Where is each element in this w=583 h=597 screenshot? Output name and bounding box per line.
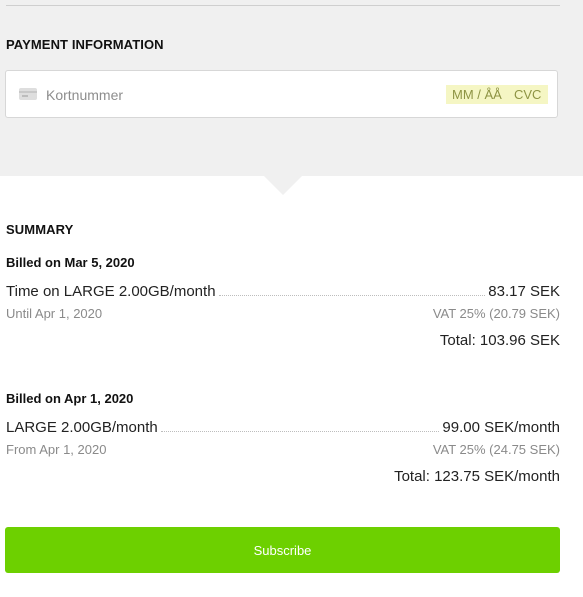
line-item-amount: 99.00 SEK/month xyxy=(442,419,560,436)
summary-title: SUMMARY xyxy=(6,222,74,237)
billed-on-heading: Billed on Apr 1, 2020 xyxy=(6,391,134,406)
credit-card-icon xyxy=(19,88,37,100)
expiry-cvc-group xyxy=(446,85,548,104)
top-divider xyxy=(6,5,560,6)
billing-period: From Apr 1, 2020 xyxy=(6,442,107,457)
line-item: Time on LARGE 2.00GB/month 83.17 SEK xyxy=(6,280,560,300)
block-total: Total: 123.75 SEK/month xyxy=(394,468,560,485)
vat-info: VAT 25% (24.75 SEK) xyxy=(432,442,560,457)
line-item: LARGE 2.00GB/month 99.00 SEK/month xyxy=(6,416,560,436)
line-item-label: Time on LARGE 2.00GB/month xyxy=(6,283,216,300)
payment-panel: PAYMENT INFORMATION xyxy=(0,0,583,176)
card-number-input[interactable] xyxy=(46,85,346,105)
dotted-leader xyxy=(218,295,486,296)
billing-period: Until Apr 1, 2020 xyxy=(6,306,103,321)
block-total: Total: 103.96 SEK xyxy=(439,332,560,349)
expiry-input[interactable] xyxy=(452,86,510,103)
cvc-input[interactable] xyxy=(514,86,546,103)
subscribe-button[interactable]: Subscribe xyxy=(5,527,560,573)
billed-on-heading: Billed on Mar 5, 2020 xyxy=(6,255,135,270)
dotted-leader xyxy=(160,431,440,432)
card-input-group[interactable] xyxy=(5,70,558,118)
line-item-amount: 83.17 SEK xyxy=(488,283,560,300)
panel-notch xyxy=(264,176,302,195)
line-item-details: Until Apr 1, 2020 VAT 25% (20.79 SEK) xyxy=(6,306,560,321)
line-item-details: From Apr 1, 2020 VAT 25% (24.75 SEK) xyxy=(6,442,560,457)
payment-title: PAYMENT INFORMATION xyxy=(6,37,164,52)
line-item-label: LARGE 2.00GB/month xyxy=(6,419,158,436)
vat-info: VAT 25% (20.79 SEK) xyxy=(432,306,560,321)
